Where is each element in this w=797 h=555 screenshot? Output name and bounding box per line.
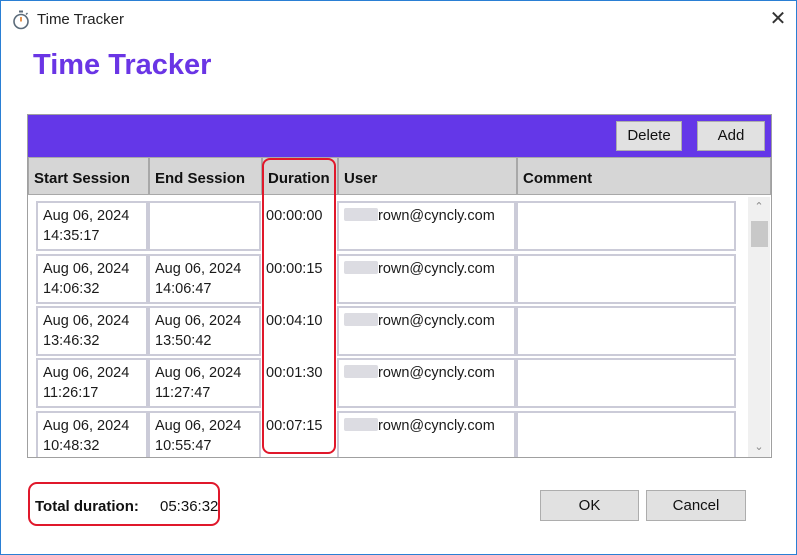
add-button[interactable]: Add: [697, 121, 765, 151]
column-header-end[interactable]: End Session: [149, 157, 262, 195]
user-email: rown@cyncly.com: [378, 365, 495, 381]
column-header-start[interactable]: Start Session: [28, 157, 149, 195]
duration-value: 00:01:30: [266, 365, 323, 381]
comment-cell[interactable]: [516, 201, 736, 251]
start-date: Aug 06, 2024: [43, 313, 130, 329]
redacted-text: [344, 208, 378, 221]
scroll-up-icon[interactable]: ⌃: [748, 197, 770, 217]
start-time: 14:06:32: [43, 281, 100, 297]
total-duration-value: 05:36:32: [160, 498, 219, 515]
end-session-cell[interactable]: Aug 06, 2024 14:06:47: [148, 254, 261, 304]
user-cell[interactable]: rown@cyncly.com: [337, 411, 516, 457]
user-email: rown@cyncly.com: [378, 208, 495, 224]
end-time: 13:50:42: [155, 333, 212, 349]
start-date: Aug 06, 2024: [43, 261, 130, 277]
cancel-button[interactable]: Cancel: [646, 490, 746, 521]
duration-cell: 00:07:15: [261, 411, 337, 457]
duration-value: 00:04:10: [266, 313, 323, 329]
ok-button[interactable]: OK: [540, 490, 639, 521]
start-session-cell[interactable]: Aug 06, 2024 14:06:32: [36, 254, 148, 304]
grid-toolbar: Delete Add: [28, 115, 771, 157]
table-row[interactable]: Aug 06, 2024 14:35:17 00:00:00 rown@cync…: [28, 201, 750, 251]
duration-value: 00:00:00: [266, 208, 323, 224]
duration-cell: 00:00:15: [261, 254, 337, 304]
end-session-cell[interactable]: Aug 06, 2024 11:27:47: [148, 358, 261, 408]
end-time: 10:55:47: [155, 438, 212, 454]
time-tracker-window: Time Tracker ✕ Time Tracker Delete Add S…: [0, 0, 797, 555]
redacted-text: [344, 418, 378, 431]
table-row[interactable]: Aug 06, 2024 13:46:32 Aug 06, 2024 13:50…: [28, 306, 750, 356]
end-time: 11:27:47: [155, 385, 211, 401]
duration-cell: 00:00:00: [261, 201, 337, 251]
start-session-cell[interactable]: Aug 06, 2024 10:48:32: [36, 411, 148, 457]
table-row[interactable]: Aug 06, 2024 11:26:17 Aug 06, 2024 11:27…: [28, 358, 750, 408]
window-title: Time Tracker: [37, 11, 124, 28]
close-icon[interactable]: ✕: [760, 1, 796, 37]
user-cell[interactable]: rown@cyncly.com: [337, 358, 516, 408]
total-duration-label: Total duration:: [35, 498, 139, 515]
grid-header: Start Session End Session Duration User …: [28, 157, 771, 195]
start-time: 10:48:32: [43, 438, 100, 454]
end-date: Aug 06, 2024: [155, 313, 242, 329]
start-session-cell[interactable]: Aug 06, 2024 13:46:32: [36, 306, 148, 356]
user-cell[interactable]: rown@cyncly.com: [337, 254, 516, 304]
redacted-text: [344, 313, 378, 326]
comment-cell[interactable]: [516, 306, 736, 356]
user-cell[interactable]: rown@cyncly.com: [337, 201, 516, 251]
delete-button[interactable]: Delete: [616, 121, 682, 151]
column-header-duration[interactable]: Duration: [262, 157, 338, 195]
redacted-text: [344, 261, 378, 274]
end-session-cell[interactable]: [148, 201, 261, 251]
end-time: 14:06:47: [155, 281, 212, 297]
user-email: rown@cyncly.com: [378, 313, 495, 329]
start-time: 14:35:17: [43, 228, 100, 244]
column-header-comment[interactable]: Comment: [517, 157, 771, 195]
start-time: 13:46:32: [43, 333, 100, 349]
scrollbar-thumb[interactable]: [751, 221, 768, 247]
duration-cell: 00:04:10: [261, 306, 337, 356]
end-session-cell[interactable]: Aug 06, 2024 13:50:42: [148, 306, 261, 356]
end-date: Aug 06, 2024: [155, 418, 242, 434]
comment-cell[interactable]: [516, 254, 736, 304]
page-title: Time Tracker: [33, 49, 212, 81]
start-date: Aug 06, 2024: [43, 365, 130, 381]
comment-cell[interactable]: [516, 358, 736, 408]
scroll-down-icon[interactable]: ⌄: [748, 437, 770, 457]
sessions-grid: Delete Add Start Session End Session Dur…: [27, 114, 772, 458]
start-time: 11:26:17: [43, 385, 99, 401]
comment-cell[interactable]: [516, 411, 736, 457]
duration-value: 00:07:15: [266, 418, 323, 434]
vertical-scrollbar[interactable]: ⌃ ⌄: [748, 197, 770, 457]
start-date: Aug 06, 2024: [43, 418, 130, 434]
start-date: Aug 06, 2024: [43, 208, 130, 224]
grid-rows: Aug 06, 2024 14:35:17 00:00:00 rown@cync…: [28, 195, 750, 457]
user-email: rown@cyncly.com: [378, 418, 495, 434]
stopwatch-icon: [12, 10, 30, 30]
user-cell[interactable]: rown@cyncly.com: [337, 306, 516, 356]
title-bar: Time Tracker ✕: [1, 1, 796, 39]
user-email: rown@cyncly.com: [378, 261, 495, 277]
start-session-cell[interactable]: Aug 06, 2024 14:35:17: [36, 201, 148, 251]
redacted-text: [344, 365, 378, 378]
table-row[interactable]: Aug 06, 2024 14:06:32 Aug 06, 2024 14:06…: [28, 254, 750, 304]
end-session-cell[interactable]: Aug 06, 2024 10:55:47: [148, 411, 261, 457]
end-date: Aug 06, 2024: [155, 365, 242, 381]
start-session-cell[interactable]: Aug 06, 2024 11:26:17: [36, 358, 148, 408]
table-row[interactable]: Aug 06, 2024 10:48:32 Aug 06, 2024 10:55…: [28, 411, 750, 457]
total-duration-box: Total duration: 05:36:32: [28, 482, 220, 526]
duration-cell: 00:01:30: [261, 358, 337, 408]
duration-value: 00:00:15: [266, 261, 323, 277]
column-header-user[interactable]: User: [338, 157, 517, 195]
end-date: Aug 06, 2024: [155, 261, 242, 277]
